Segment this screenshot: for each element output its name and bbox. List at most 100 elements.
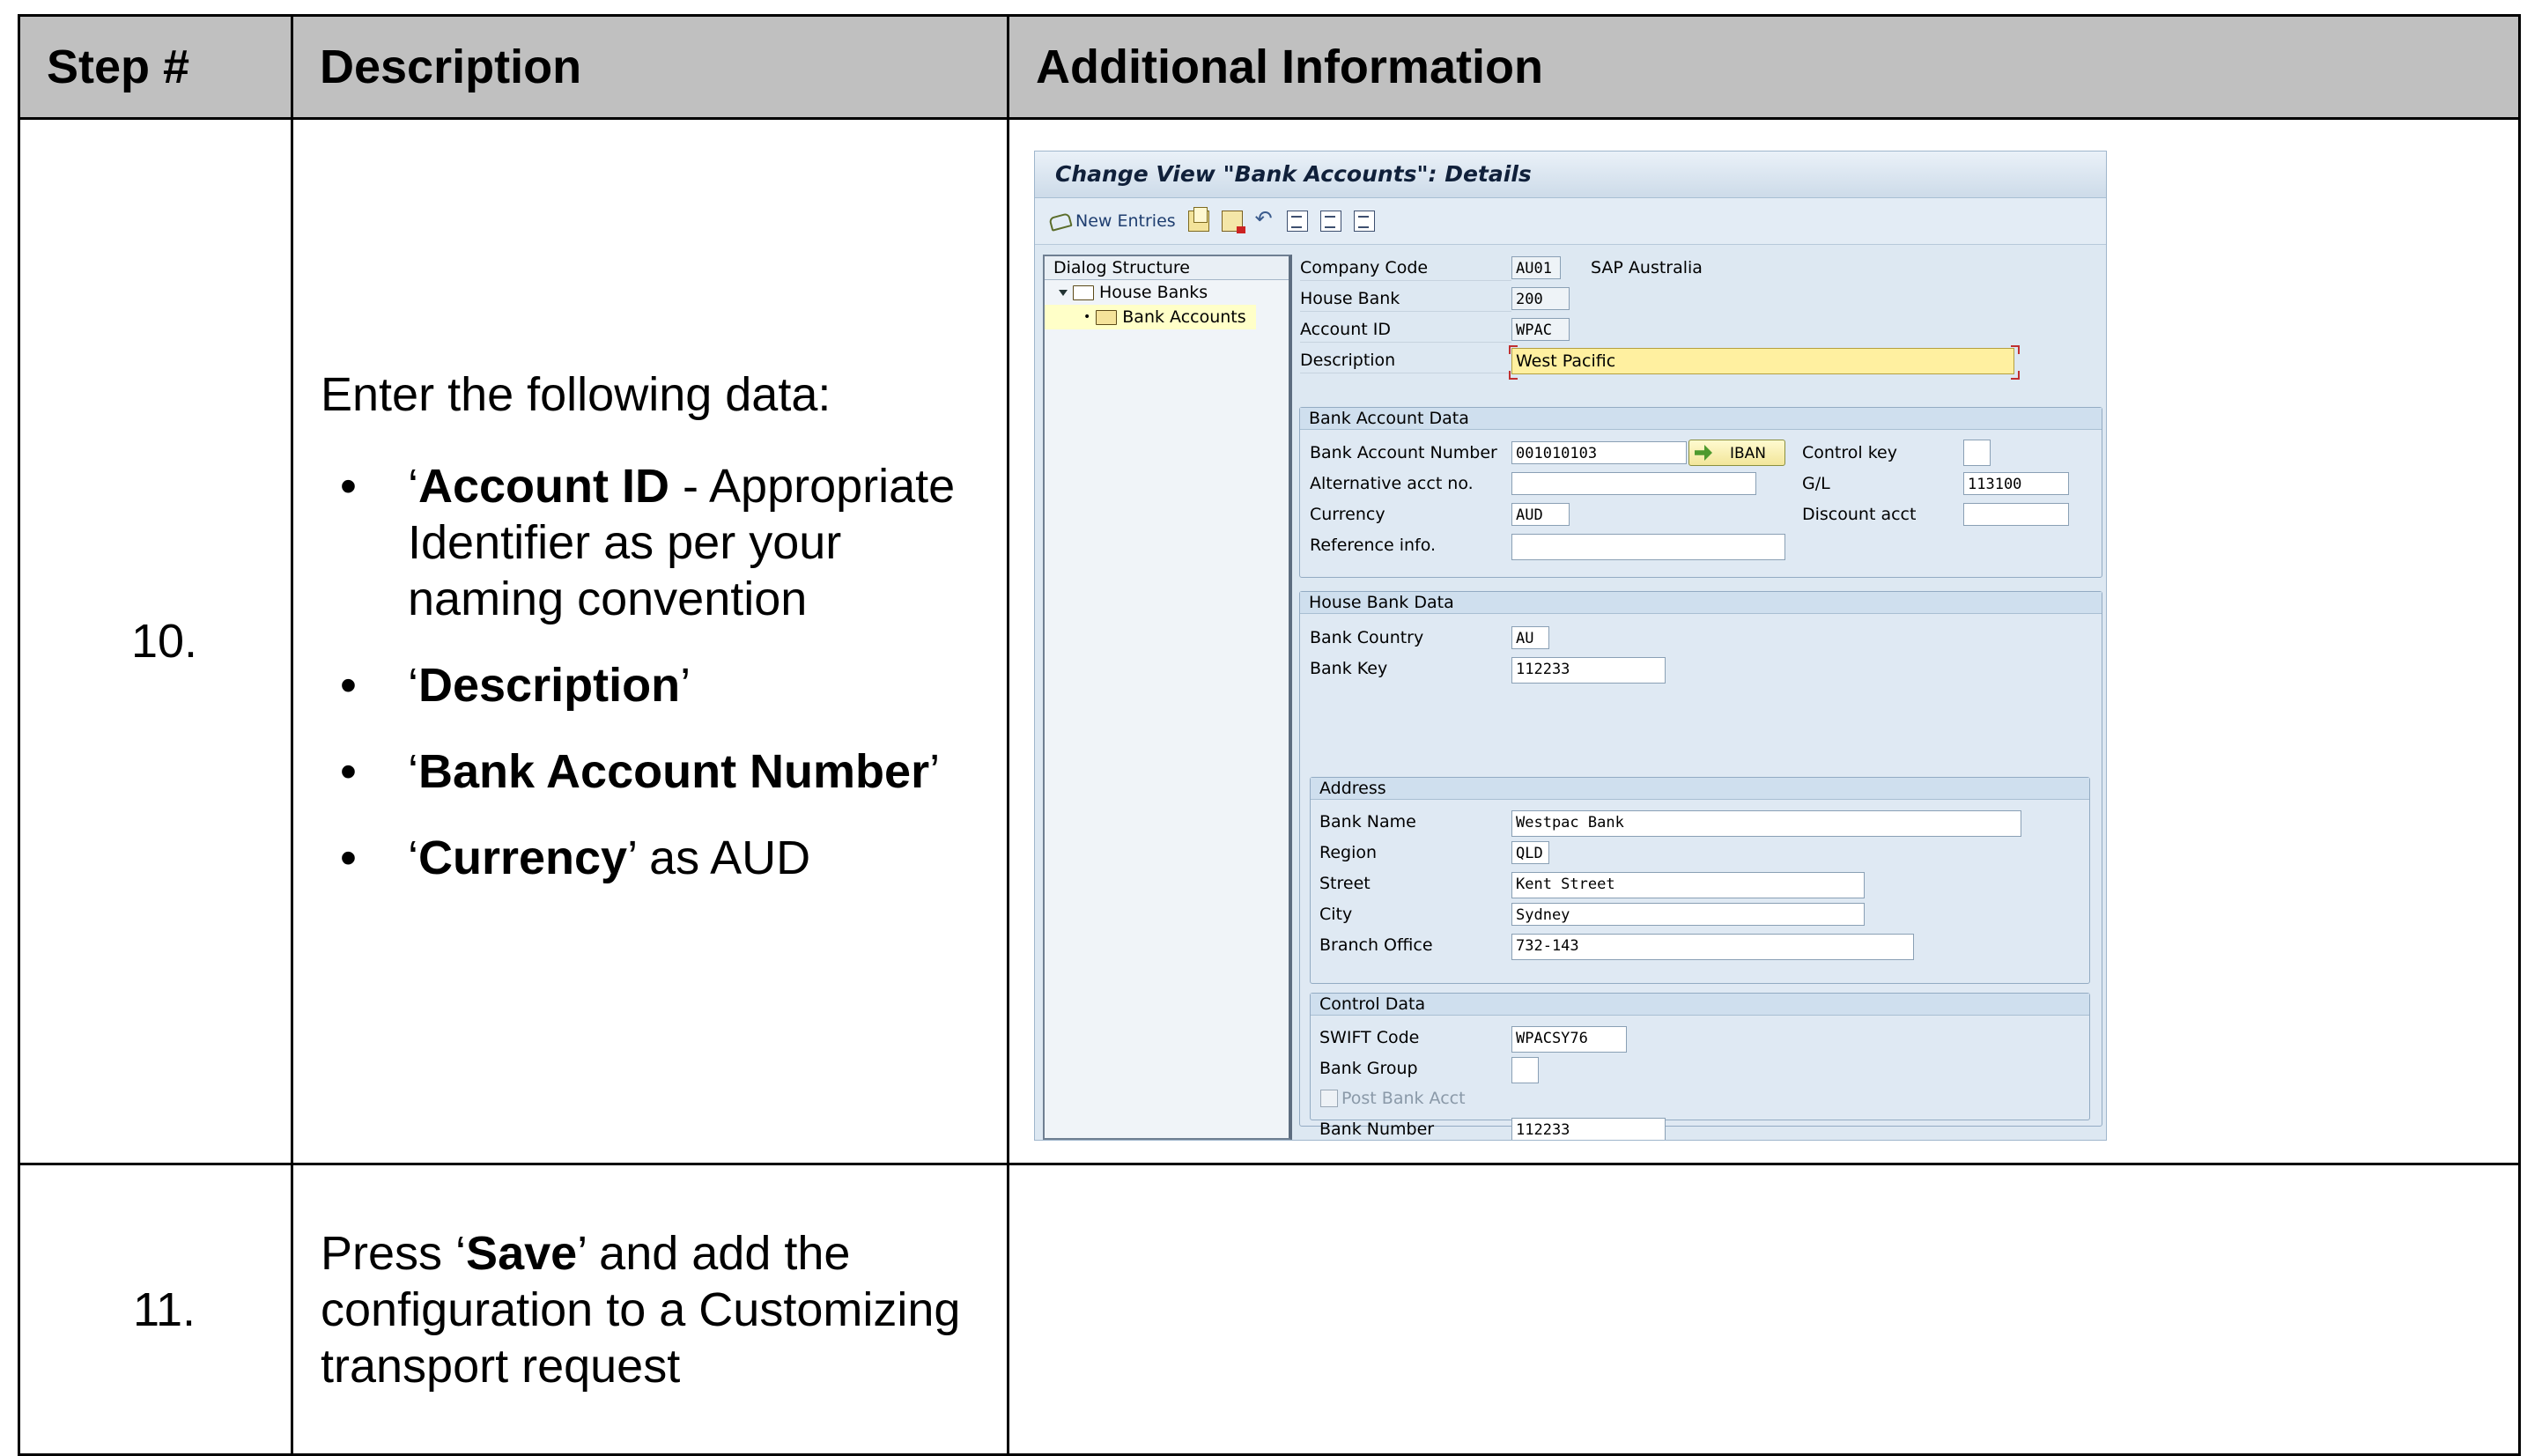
- bank-name-field[interactable]: Westpac Bank: [1511, 810, 2021, 837]
- bank-name-label: Bank Name: [1319, 812, 1416, 831]
- description-field[interactable]: West Pacific: [1511, 348, 2014, 374]
- bullet-item: ‘Bank Account Number’: [340, 743, 989, 800]
- step-description: Press ‘Save’ and add the configuration t…: [291, 1163, 1009, 1456]
- swift-code-label: SWIFT Code: [1319, 1028, 1420, 1047]
- bank-number-field[interactable]: 112233: [1511, 1118, 1666, 1140]
- new-entries-button[interactable]: New Entries: [1049, 211, 1176, 231]
- house-bank-label: House Bank: [1300, 286, 1511, 312]
- city-field[interactable]: Sydney: [1511, 903, 1865, 926]
- tree-item-label: House Banks: [1099, 283, 1208, 302]
- bullet-item: ‘Description’: [340, 657, 989, 713]
- alternative-acct-field[interactable]: [1511, 472, 1756, 495]
- tree-header: Dialog Structure: [1045, 256, 1289, 280]
- focus-corner: [1509, 345, 1518, 354]
- group-title: House Bank Data: [1300, 592, 2102, 614]
- new-entries-label: New Entries: [1075, 211, 1176, 231]
- expand-triangle-icon[interactable]: [1059, 289, 1068, 296]
- group-title: Bank Account Data: [1300, 408, 2102, 430]
- branch-office-label: Branch Office: [1319, 935, 1433, 955]
- discount-acct-label: Discount acct: [1802, 505, 1917, 524]
- undo-icon[interactable]: [1255, 206, 1275, 231]
- bank-number-label: Bank Number: [1319, 1120, 1435, 1139]
- table-row: 11. Press ‘Save’ and add the configurati…: [18, 1163, 2521, 1456]
- bank-group-label: Bank Group: [1319, 1059, 1418, 1078]
- group-title: Address: [1311, 778, 2089, 800]
- bullet-text: ’ as AUD: [627, 831, 811, 884]
- sap-body: Dialog Structure House Banks • Bank Acco…: [1035, 245, 2106, 1140]
- swift-code-field[interactable]: WPACSY76: [1511, 1026, 1627, 1053]
- sap-toolbar: New Entries: [1035, 198, 2106, 245]
- region-label: Region: [1319, 843, 1378, 862]
- step-bullet-list: ‘Account ID - Appropriate Identifier as …: [321, 458, 989, 886]
- step-description: Enter the following data: ‘Account ID - …: [291, 117, 1009, 1165]
- focus-corner: [2011, 371, 2020, 380]
- post-bank-acct-checkbox[interactable]: [1320, 1090, 1338, 1107]
- iban-button-label: IBAN: [1730, 445, 1767, 462]
- discount-acct-field[interactable]: [1963, 503, 2069, 526]
- bank-group-field[interactable]: [1511, 1057, 1539, 1083]
- folder-icon: [1073, 285, 1094, 300]
- step-text-pre: Press ‘: [321, 1226, 467, 1280]
- city-label: City: [1319, 905, 1353, 924]
- header-step: Step #: [18, 14, 293, 120]
- header-description: Description: [291, 14, 1009, 120]
- reference-info-field[interactable]: [1511, 534, 1785, 560]
- bank-key-label: Bank Key: [1310, 659, 1388, 678]
- description-label: Description: [1300, 348, 1511, 373]
- focus-corner: [1509, 371, 1518, 380]
- step-intro: Enter the following data:: [321, 368, 831, 421]
- region-field[interactable]: QLD: [1511, 841, 1549, 864]
- sap-screenshot: Change View "Bank Accounts": Details New…: [1034, 151, 2107, 1141]
- bank-account-number-field[interactable]: 001010103: [1511, 441, 1687, 464]
- bank-key-field[interactable]: 112233: [1511, 657, 1666, 684]
- dialog-structure-tree: Dialog Structure House Banks • Bank Acco…: [1043, 255, 1292, 1140]
- header-additional-info: Additional Information: [1007, 14, 2521, 120]
- bank-country-label: Bank Country: [1310, 628, 1424, 647]
- bullet-bold: Account ID: [418, 460, 670, 513]
- delete-icon[interactable]: [1221, 211, 1245, 233]
- company-name: SAP Australia: [1591, 258, 1703, 277]
- company-code-field: AU01: [1511, 256, 1561, 279]
- currency-label: Currency: [1310, 505, 1385, 524]
- select-all-icon[interactable]: [1286, 211, 1308, 232]
- tree-item-bank-accounts[interactable]: • Bank Accounts: [1045, 305, 1256, 329]
- tree-bullet-icon: •: [1083, 310, 1091, 324]
- group-title: Control Data: [1311, 994, 2089, 1016]
- bullet-bold: Description: [418, 659, 681, 712]
- control-key-label: Control key: [1802, 443, 1897, 462]
- glasses-icon: [1049, 211, 1068, 231]
- table-header-row: Step # Description Additional Informatio…: [18, 14, 2521, 120]
- branch-office-field[interactable]: 732-143: [1511, 934, 1914, 960]
- bullet-text: ’: [929, 745, 941, 798]
- additional-info-cell: [1007, 1163, 2521, 1456]
- details-icon[interactable]: [1353, 211, 1375, 232]
- alternative-acct-label: Alternative acct no.: [1310, 474, 1474, 493]
- iban-button[interactable]: IBAN: [1688, 440, 1785, 466]
- bank-account-number-label: Bank Account Number: [1310, 443, 1497, 462]
- deselect-all-icon[interactable]: [1319, 211, 1341, 232]
- tree-item-label: Bank Accounts: [1122, 307, 1246, 327]
- currency-field[interactable]: AUD: [1511, 503, 1570, 526]
- company-code-label: Company Code: [1300, 255, 1511, 281]
- bullet-item: ‘Account ID - Appropriate Identifier as …: [340, 458, 989, 627]
- gl-field[interactable]: 113100: [1963, 472, 2069, 495]
- street-label: Street: [1319, 874, 1371, 893]
- account-id-field: WPAC: [1511, 318, 1570, 341]
- bullet-bold: Currency: [418, 831, 628, 884]
- sap-window-title: Change View "Bank Accounts": Details: [1035, 152, 2106, 198]
- account-id-label: Account ID: [1300, 317, 1511, 343]
- arrow-right-icon: [1695, 445, 1712, 461]
- bank-country-field[interactable]: AU: [1511, 626, 1549, 649]
- tree-item-house-banks[interactable]: House Banks: [1045, 280, 1289, 305]
- street-field[interactable]: Kent Street: [1511, 872, 1865, 898]
- reference-info-label: Reference info.: [1310, 536, 1437, 555]
- control-key-field[interactable]: [1963, 440, 1991, 466]
- post-bank-acct-label: Post Bank Acct: [1341, 1089, 1466, 1108]
- step-text-bold: Save: [466, 1226, 578, 1280]
- open-folder-icon: [1096, 309, 1118, 325]
- copy-icon[interactable]: [1187, 207, 1209, 232]
- focus-corner: [2011, 345, 2020, 354]
- gl-label: G/L: [1802, 474, 1830, 493]
- bullet-item: ‘Currency’ as AUD: [340, 830, 989, 886]
- house-bank-field: 200: [1511, 287, 1570, 310]
